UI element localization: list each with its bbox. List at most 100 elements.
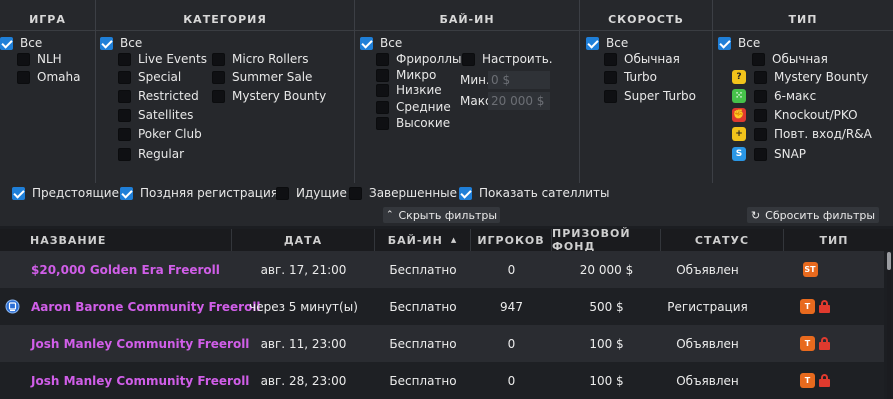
table-row[interactable]: $20,000 Golden Era Freeroll авг. 17, 21:…	[0, 251, 884, 288]
category-filter-column: КАТЕГОРИЯ Все Live Events Special Restri…	[95, 0, 354, 183]
tournament-status: Объявлен	[676, 262, 739, 277]
checkbox[interactable]	[604, 70, 617, 84]
game-option-omaha[interactable]: Omaha	[17, 68, 80, 86]
reset-filters-button[interactable]: ↻ Сбросить фильтры	[747, 207, 879, 223]
type-filter-header: ТИП	[788, 13, 818, 26]
checkbox[interactable]	[349, 186, 362, 200]
category-option-poker-club[interactable]: Poker Club	[118, 125, 202, 143]
checkbox-checked[interactable]	[0, 36, 13, 50]
checkbox[interactable]	[376, 116, 389, 130]
column-name[interactable]: НАЗВАНИЕ	[0, 229, 232, 251]
buyin-option-low[interactable]: Низкие	[376, 81, 442, 99]
checkbox[interactable]	[376, 68, 389, 82]
checkbox[interactable]	[376, 100, 389, 114]
type-option-mystery-bounty[interactable]: ? Mystery Bounty	[732, 68, 868, 86]
speed-filter-header: СКОРОСТЬ	[608, 13, 684, 26]
category-option-mystery-bounty[interactable]: Mystery Bounty	[212, 87, 326, 105]
checkbox[interactable]	[118, 147, 131, 161]
status-option-upcoming[interactable]: Предстоящие	[12, 184, 119, 202]
checkbox[interactable]	[17, 52, 30, 66]
tournament-buyin: Бесплатно	[389, 262, 457, 277]
tournament-players: 0	[507, 262, 516, 277]
checkbox[interactable]	[118, 89, 131, 103]
category-option-restricted[interactable]: Restricted	[118, 87, 199, 105]
table-row[interactable]: Josh Manley Community Freeroll авг. 28, …	[0, 362, 884, 399]
type-badges: ST	[800, 251, 820, 288]
column-buyin[interactable]: БАЙ-ИН ▲	[375, 229, 471, 251]
checkbox[interactable]	[118, 108, 131, 122]
speed-filter-column: СКОРОСТЬ Все Обычная Turbo Super Turbo	[579, 0, 712, 183]
game-filter-header: ИГРА	[29, 13, 66, 26]
hide-filters-button[interactable]: ⌃ Скрыть фильтры	[383, 207, 500, 223]
checkbox-checked[interactable]	[360, 36, 373, 50]
category-option-summer-sale[interactable]: Summer Sale	[212, 68, 312, 86]
checkbox-checked[interactable]	[12, 186, 25, 200]
buyin-option-high[interactable]: Высокие	[376, 114, 450, 132]
checkbox[interactable]	[604, 52, 617, 66]
checkbox[interactable]	[754, 108, 767, 122]
checkbox[interactable]	[376, 83, 389, 97]
type-option-6max[interactable]: ⁙ 6-макс	[732, 87, 816, 105]
checkbox[interactable]	[462, 52, 475, 66]
checkbox-checked[interactable]	[586, 36, 599, 50]
category-option-special[interactable]: Special	[118, 68, 181, 86]
scrollbar-thumb[interactable]	[887, 252, 891, 270]
buyin-max-input[interactable]	[488, 92, 550, 110]
checkbox[interactable]	[754, 147, 767, 161]
status-options-row: Предстоящие Поздняя регистрация Идущие З…	[0, 183, 893, 203]
status-option-late-reg[interactable]: Поздняя регистрация	[120, 184, 278, 202]
buyin-min-input[interactable]	[488, 71, 550, 89]
type-badges: T	[800, 288, 834, 325]
checkbox[interactable]	[754, 127, 767, 141]
checkbox[interactable]	[212, 70, 225, 84]
speed-option-regular[interactable]: Обычная	[604, 50, 680, 68]
lock-icon	[819, 300, 830, 313]
checkbox[interactable]	[604, 89, 617, 103]
column-type[interactable]: ТИП	[784, 229, 884, 251]
checkbox[interactable]	[276, 186, 289, 200]
column-prize-pool[interactable]: ПРИЗОВОЙ ФОНД	[552, 227, 661, 253]
speed-option-turbo[interactable]: Turbo	[604, 68, 657, 86]
type-option-regular[interactable]: Обычная	[752, 50, 828, 68]
speed-option-super-turbo[interactable]: Super Turbo	[604, 87, 696, 105]
column-players[interactable]: ИГРОКОВ	[471, 229, 552, 251]
checkbox-checked[interactable]	[718, 36, 731, 50]
checkbox[interactable]	[752, 52, 765, 66]
chevron-up-icon: ⌃	[385, 210, 394, 220]
checkbox[interactable]	[118, 52, 131, 66]
type-option-reentry[interactable]: + Повт. вход/R&A	[732, 125, 872, 143]
checkbox[interactable]	[212, 52, 225, 66]
table-header: НАЗВАНИЕ ДАТА БАЙ-ИН ▲ ИГРОКОВ ПРИЗОВОЙ …	[0, 227, 893, 253]
column-date[interactable]: ДАТА	[232, 229, 375, 251]
checkbox[interactable]	[118, 70, 131, 84]
table-row[interactable]: Josh Manley Community Freeroll авг. 11, …	[0, 325, 884, 362]
table-row[interactable]: Aaron Barone Community Freeroll через 5 …	[0, 288, 884, 325]
checkbox[interactable]	[376, 52, 389, 66]
table-scrollbar[interactable]	[887, 252, 891, 399]
checkbox-checked[interactable]	[100, 36, 113, 50]
status-option-finished[interactable]: Завершенные	[349, 184, 457, 202]
category-option-regular[interactable]: Regular	[118, 145, 184, 163]
buyin-option-custom[interactable]: Настроить.	[462, 50, 553, 68]
type-option-knockout[interactable]: ✊ Knockout/PKO	[732, 106, 858, 124]
checkbox[interactable]	[17, 70, 30, 84]
status-option-satellites[interactable]: Показать сателлиты	[459, 184, 610, 202]
tournament-buyin: Бесплатно	[389, 299, 457, 314]
category-option-live-events[interactable]: Live Events	[118, 50, 207, 68]
checkbox[interactable]	[754, 70, 767, 84]
checkbox[interactable]	[754, 89, 767, 103]
column-status[interactable]: СТАТУС	[661, 229, 784, 251]
category-option-satellites[interactable]: Satellites	[118, 106, 193, 124]
tournament-prize: 100 $	[589, 336, 624, 351]
game-option-nlh[interactable]: NLH	[17, 50, 62, 68]
lock-icon	[819, 374, 830, 387]
type-option-snap[interactable]: S SNAP	[732, 145, 806, 163]
checkbox-checked[interactable]	[459, 186, 472, 200]
tournament-status: Регистрация	[667, 299, 748, 314]
category-option-micro-rollers[interactable]: Micro Rollers	[212, 50, 309, 68]
checkbox-checked[interactable]	[120, 186, 133, 200]
status-option-running[interactable]: Идущие	[276, 184, 347, 202]
checkbox[interactable]	[212, 89, 225, 103]
checkbox[interactable]	[118, 127, 131, 141]
tournament-buyin: Бесплатно	[389, 336, 457, 351]
